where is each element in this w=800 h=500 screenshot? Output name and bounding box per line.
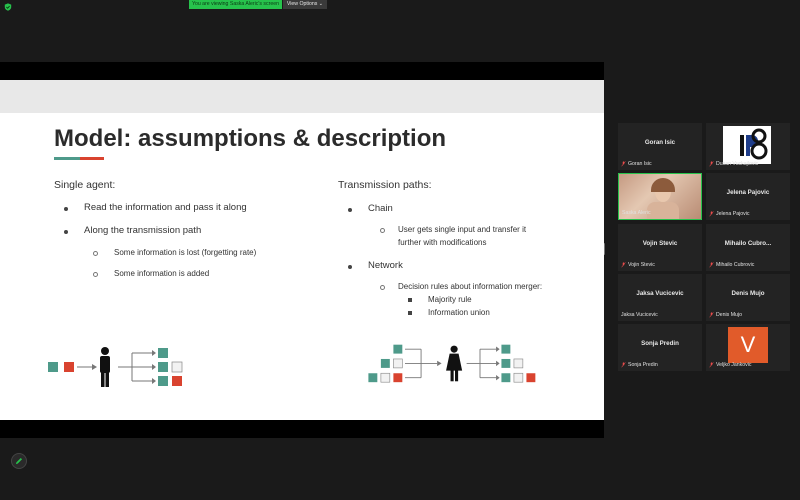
ip8-logo — [723, 126, 771, 164]
bullet-dot — [64, 230, 68, 234]
sub-bullet-info-lost: Some information is lost (forgetting rat… — [114, 248, 257, 257]
participant-label: Goran Isic — [628, 161, 652, 167]
bullet-dot — [348, 265, 352, 269]
title-underline-teal — [54, 157, 80, 160]
participant-name: Sonja Predin — [641, 340, 679, 347]
security-shield-icon[interactable] — [4, 3, 12, 11]
rule-information-union: Information union — [428, 308, 490, 317]
sub-bullet-ring — [93, 251, 98, 256]
pencil-icon — [15, 457, 23, 465]
participant-name: Jelena Pajovic — [726, 189, 770, 196]
participant-label: Jaksa Vucicevic — [621, 312, 658, 318]
sub-bullet-info-added: Some information is added — [114, 269, 210, 278]
mic-muted-icon — [709, 312, 714, 318]
rule-bullet-square — [408, 298, 412, 302]
participant-label: Jelena Pajovic — [716, 211, 750, 217]
mic-muted-icon — [621, 262, 626, 268]
avatar-letter: V — [728, 327, 768, 363]
network-diagram — [368, 344, 536, 383]
title-underline-red — [80, 157, 104, 160]
mic-muted-icon — [621, 161, 626, 167]
transmission-paths-heading: Transmission paths: — [338, 179, 432, 191]
mic-muted-icon — [709, 211, 714, 217]
person-icon — [100, 347, 110, 387]
annotate-button[interactable] — [11, 453, 27, 469]
participant-name: Denis Mujo — [731, 290, 765, 297]
ip8-logo-graphic — [740, 128, 768, 160]
bullet-transmission-path: Along the transmission path — [84, 225, 202, 236]
presentation-slide: Model: assumptions & description Single … — [0, 80, 604, 420]
participant-tile-vojin[interactable]: Vojin Stevic Vojin Stevic — [618, 224, 702, 271]
chevron-down-icon: ⌄ — [318, 1, 324, 7]
sub-bullet-ring — [93, 272, 98, 277]
participant-name: Mihailo Cubro... — [724, 240, 772, 247]
participant-label: Veljko Jankovic — [716, 362, 752, 368]
participant-label: Sonja Predin — [628, 362, 658, 368]
chain-description-line1: User gets single input and transfer it — [398, 225, 527, 234]
meeting-window: You are viewing Saska Aleric's screen Vi… — [0, 0, 800, 500]
participant-tile-saska-speaking[interactable]: Saska Aleric — [618, 173, 702, 220]
participant-name: Goran Isic — [644, 139, 676, 146]
mic-muted-icon — [709, 362, 714, 368]
screen-share-banner: You are viewing Saska Aleric's screen — [189, 0, 282, 9]
bullet-dot — [64, 207, 68, 211]
view-options-button[interactable]: View Options ⌄ — [283, 0, 327, 9]
person-female-icon — [446, 345, 463, 382]
rule-bullet-square — [408, 311, 412, 315]
mic-muted-icon — [709, 262, 714, 268]
chain-description-line2: further with modifications — [398, 238, 487, 247]
network-description: Decision rules about information merger: — [398, 282, 543, 291]
participant-tile-veljko[interactable]: V Veljko Jankovic — [706, 324, 790, 371]
participant-label: Dusan Vuckajlovic — [716, 161, 759, 167]
bullet-read-info: Read the information and pass it along — [84, 202, 247, 213]
participant-tile-jaksa[interactable]: Jaksa Vucicevic Jaksa Vucicevic — [618, 274, 702, 321]
participant-label: Mihailo Cubrovic — [716, 262, 755, 268]
single-agent-heading: Single agent: — [54, 179, 116, 191]
bullet-dot — [348, 208, 352, 212]
mic-muted-icon — [709, 161, 714, 167]
participant-tile-goran[interactable]: Goran Isic Goran Isic — [618, 123, 702, 170]
participant-tile-mihailo[interactable]: Mihailo Cubro... Mihailo Cubrovic — [706, 224, 790, 271]
participant-label: Saska Aleric — [622, 210, 651, 216]
slide-header-band — [0, 80, 604, 113]
view-options-label: View Options — [286, 1, 318, 7]
participant-tile-dusan[interactable]: Dusan Vuckajlovic — [706, 123, 790, 170]
bullet-chain: Chain — [368, 203, 393, 214]
shared-screen: Model: assumptions & description Single … — [0, 62, 604, 438]
sub-bullet-ring — [380, 285, 385, 290]
participant-name: Vojin Stevic — [642, 240, 678, 247]
participant-tile-jelena[interactable]: Jelena Pajovic Jelena Pajovic — [706, 173, 790, 220]
participant-tile-denis[interactable]: Denis Mujo Denis Mujo — [706, 274, 790, 321]
participant-tile-sonja[interactable]: Sonja Predin Sonja Predin — [618, 324, 702, 371]
mic-muted-icon — [621, 362, 626, 368]
participant-name: Jaksa Vucicevic — [636, 290, 684, 297]
slide-title: Model: assumptions & description — [54, 125, 447, 152]
rule-majority: Majority rule — [428, 295, 472, 304]
sub-bullet-ring — [380, 228, 385, 233]
single-agent-diagram — [48, 347, 183, 387]
bullet-network: Network — [368, 260, 403, 271]
participant-label: Denis Mujo — [716, 312, 742, 318]
participant-label: Vojin Stevic — [628, 262, 655, 268]
